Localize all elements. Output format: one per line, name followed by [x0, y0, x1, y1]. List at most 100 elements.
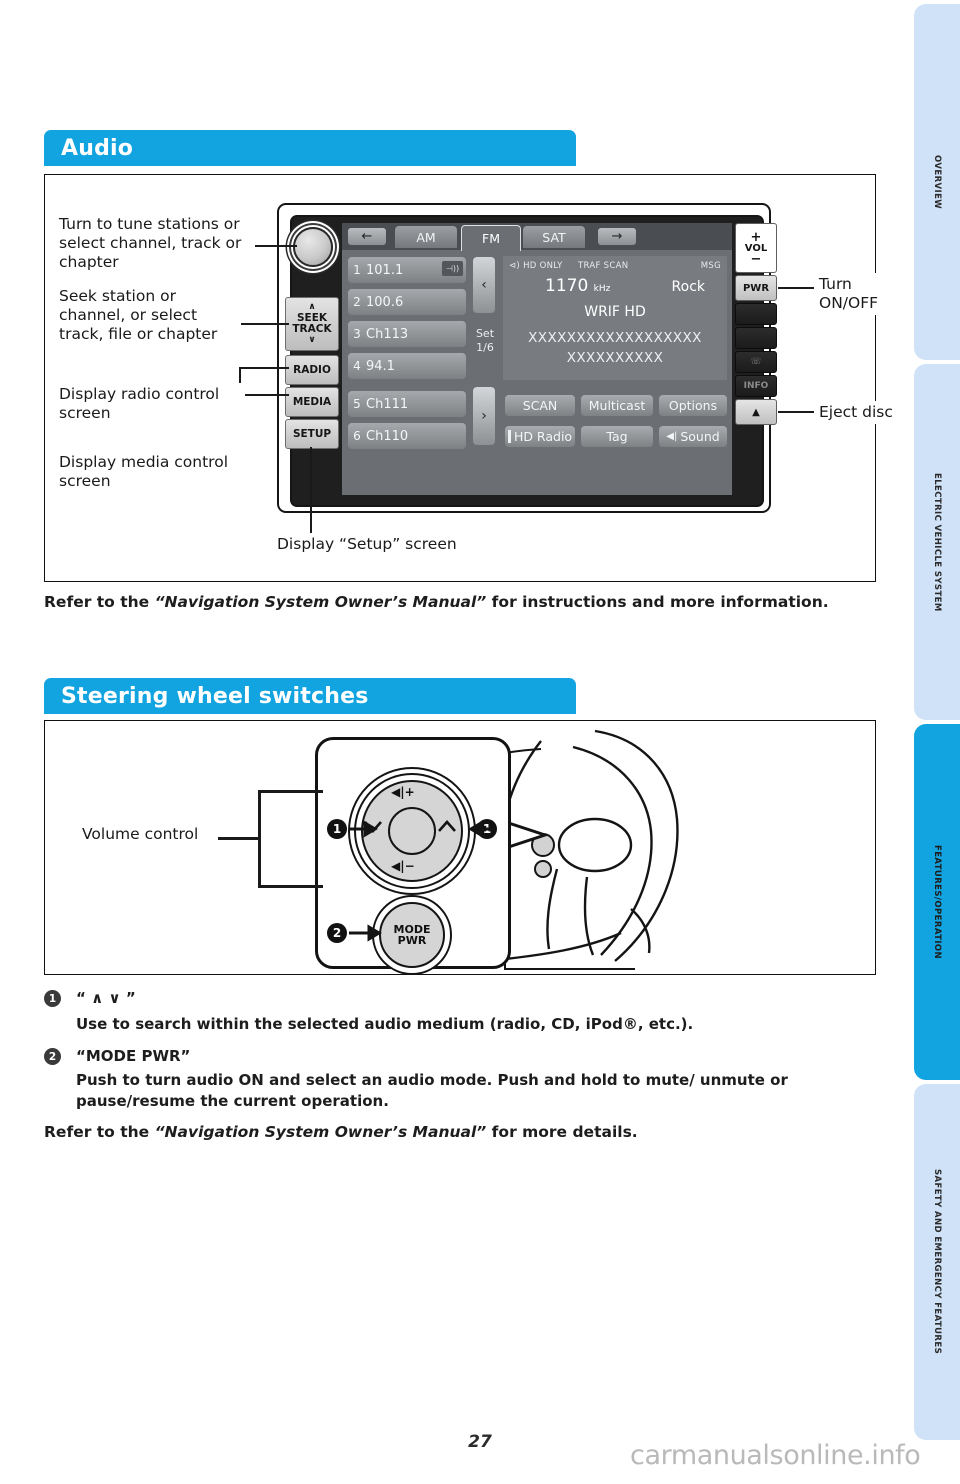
preset-number: 4	[353, 359, 361, 373]
tune-knob[interactable]	[293, 227, 333, 267]
scan-button[interactable]: SCAN	[505, 395, 575, 416]
callout-setup: Display “Setup” screen	[273, 533, 478, 556]
item-1-title: “ ∧ ∨ ”	[76, 989, 136, 1007]
traf-scan-status: TRAF SCAN	[578, 261, 629, 271]
volume-minus-label: −	[750, 251, 762, 267]
seek-down-arrow-icon: ∨	[308, 335, 316, 345]
refer-prefix: Refer to the	[44, 1123, 155, 1141]
leader-line-power	[778, 287, 814, 289]
sound-button[interactable]: ◀| Sound	[659, 426, 727, 447]
radio-display-screen[interactable]: ← AM FM SAT → 1 101.1 ⊣)) 2 100.6 3 Ch11…	[342, 223, 732, 495]
frequency-unit: kHz	[593, 284, 611, 294]
multicast-button[interactable]: Multicast	[581, 395, 653, 416]
preset-page-prev-button[interactable]: ‹	[473, 257, 495, 313]
refer-suffix: for more details.	[486, 1123, 638, 1141]
seek-track-button[interactable]: ∧ SEEK TRACK ∨	[285, 297, 339, 351]
hd-only-status: ⊲) HD ONLY	[509, 261, 563, 271]
tab-fm-label: FM	[482, 231, 500, 246]
steering-heading: Steering wheel switches	[61, 683, 369, 709]
preset-row[interactable]: 6 Ch110	[348, 423, 466, 449]
preset-row[interactable]: 3 Ch113	[348, 321, 466, 347]
callout-media: Display media control screen	[55, 451, 251, 493]
setup-button[interactable]: SETUP	[285, 419, 339, 449]
set-label: Set	[475, 327, 495, 340]
callout-eject: Eject disc	[815, 401, 909, 424]
item-1-body-text: Use to search within the selected audio …	[76, 1015, 694, 1033]
tab-sat[interactable]: SAT	[523, 226, 585, 248]
preset-number: 3	[353, 327, 361, 341]
audio-heading: Audio	[61, 135, 134, 161]
volume-plus-label: +	[750, 229, 762, 245]
volume-bracket-bottom	[258, 885, 323, 888]
phone-button[interactable]: ☏	[735, 351, 777, 373]
list-marker-1: 1	[44, 990, 61, 1007]
radio-text-line: XXXXXXXXXXXXXXXXXX	[528, 330, 702, 346]
side-tab-label: SAFETY AND EMERGENCY FEATURES	[932, 1169, 942, 1355]
item-2-body: Push to turn audio ON and select an audi…	[76, 1071, 788, 1110]
media-button[interactable]: MEDIA	[285, 387, 339, 417]
tab-sat-label: SAT	[542, 229, 566, 245]
genre-label: Rock	[671, 279, 705, 295]
side-tab-electric-vehicle-system[interactable]: ELECTRIC VEHICLE SYSTEM	[914, 364, 960, 720]
left-arrow-glyph: ←	[361, 229, 373, 244]
audio-figure-box: ∧ SEEK TRACK ∨ RADIO MEDIA SETUP ← AM FM	[44, 174, 909, 582]
tab-am[interactable]: AM	[395, 226, 457, 248]
tag-button[interactable]: Tag	[581, 426, 653, 447]
hd-radio-button-label: HD Radio	[513, 429, 573, 444]
leader-line-radio	[241, 367, 289, 369]
callout-power: Turn ON/OFF	[815, 273, 907, 315]
side-tab-label: FEATURES/OPERATION	[932, 844, 942, 960]
tab-am-label: AM	[416, 229, 436, 245]
watermark: carmanualsonline.info	[630, 1440, 921, 1471]
preset-row[interactable]: 4 94.1	[348, 353, 466, 379]
blank-button-2[interactable]	[735, 327, 777, 349]
multicast-button-label: Multicast	[588, 398, 646, 413]
preset-number: 6	[353, 429, 361, 443]
side-tab-overview[interactable]: OVERVIEW	[914, 4, 960, 360]
leader-line-tune	[251, 245, 297, 247]
blank-button-1[interactable]	[735, 303, 777, 325]
side-tab-safety-emergency[interactable]: SAFETY AND EMERGENCY FEATURES	[914, 1084, 960, 1440]
callout-volume-control: Volume control	[78, 823, 218, 846]
item-2-title: “MODE PWR”	[76, 1047, 191, 1065]
hd-signal-icon: ⊣))	[442, 261, 463, 276]
power-button[interactable]: PWR	[735, 275, 777, 301]
leader-line-eject	[778, 411, 814, 413]
manual-page: OVERVIEW ELECTRIC VEHICLE SYSTEM FEATURE…	[0, 0, 960, 1484]
preset-page-next-button[interactable]: ›	[473, 387, 495, 445]
options-button[interactable]: Options	[659, 395, 727, 416]
eject-button[interactable]: ▲	[735, 399, 777, 425]
preset-row[interactable]: 5 Ch111	[348, 391, 466, 417]
next-source-arrow-icon[interactable]: →	[598, 228, 636, 245]
station-name: WRIF HD	[584, 304, 646, 320]
track-label: TRACK	[292, 323, 332, 335]
audio-section-header: Audio	[44, 130, 576, 166]
preset-number: 2	[353, 295, 361, 309]
info-button[interactable]: INFO	[735, 375, 777, 397]
preset-value: Ch110	[366, 428, 409, 444]
prev-source-arrow-icon[interactable]: ←	[348, 228, 386, 245]
tag-button-label: Tag	[606, 429, 628, 444]
tab-fm[interactable]: FM	[461, 225, 521, 251]
speaker-icon: ⊲)	[509, 261, 521, 271]
frequency-value: 1170	[545, 276, 589, 296]
volume-bracket-top	[258, 790, 323, 793]
radio-button[interactable]: RADIO	[285, 355, 339, 385]
refer-suffix: for instructions and more information.	[486, 593, 829, 611]
setup-button-label: SETUP	[292, 427, 332, 440]
preset-row[interactable]: 2 100.6	[348, 289, 466, 315]
leader-line-media	[241, 394, 289, 396]
hd-radio-button[interactable]: HD Radio	[505, 426, 575, 447]
side-tab-features-operation[interactable]: FEATURES/OPERATION	[914, 724, 960, 1080]
preset-row[interactable]: 1 101.1 ⊣))	[348, 257, 466, 283]
info-button-label: INFO	[743, 380, 769, 391]
side-tab-label: OVERVIEW	[932, 154, 942, 210]
scan-button-label: SCAN	[522, 398, 558, 413]
radio-button-label: RADIO	[293, 363, 331, 376]
eject-icon: ▲	[752, 406, 760, 418]
chevron-left-icon: ‹	[481, 277, 487, 293]
section-tab-rail: OVERVIEW ELECTRIC VEHICLE SYSTEM FEATURE…	[900, 0, 960, 1484]
preset-number: 5	[353, 397, 361, 411]
volume-rocker[interactable]: + VOL −	[735, 223, 777, 273]
set-value: 1/6	[476, 341, 494, 354]
